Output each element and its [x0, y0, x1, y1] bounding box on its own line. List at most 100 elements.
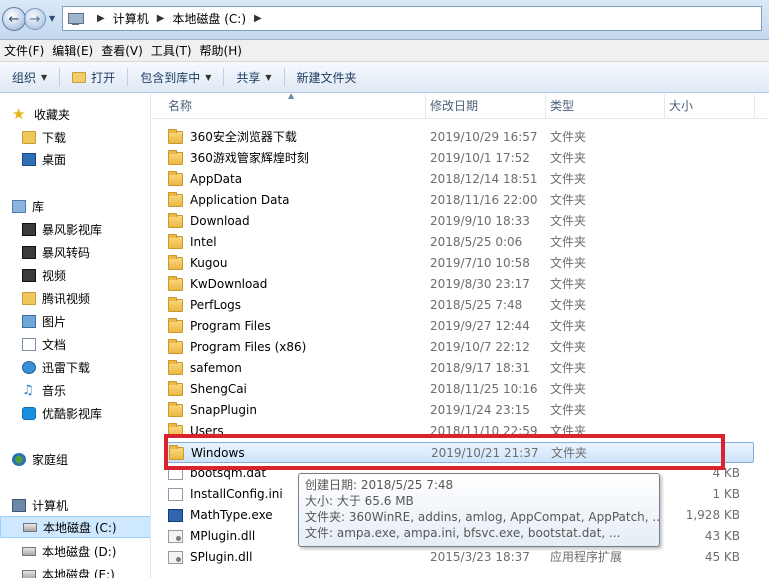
nav-desktop[interactable]: 桌面	[0, 148, 150, 170]
dll-icon	[168, 530, 183, 543]
file-type: 文件夹	[550, 403, 587, 417]
column-name[interactable]: 名称	[164, 94, 426, 119]
file-row[interactable]: 360游戏管家辉煌时刻 2019/10/1 17:52 文件夹	[164, 148, 754, 169]
open-button[interactable]: 打开	[60, 69, 127, 86]
desktop-icon	[22, 152, 36, 166]
file-date: 2019/9/27 12:44	[430, 319, 530, 333]
column-type[interactable]: 类型	[546, 94, 665, 119]
nav-favorites[interactable]: ★ 收藏夹	[0, 103, 150, 125]
nav-label: 计算机	[32, 498, 69, 513]
nav-libraries[interactable]: 库	[0, 195, 150, 217]
recent-pages-dropdown[interactable]: ▼	[49, 14, 55, 23]
nav-label: 迅雷下载	[42, 360, 91, 375]
file-name: MathType.exe	[190, 508, 273, 522]
nav-pictures[interactable]: 图片	[0, 310, 150, 332]
file-name: 360安全浏览器下载	[190, 130, 297, 144]
menu-view[interactable]: 查看(V)	[100, 42, 150, 59]
nav-drive-c[interactable]: 本地磁盘 (C:)	[0, 516, 150, 538]
nav-downloads[interactable]: 下载	[0, 126, 150, 148]
back-button[interactable]: ←	[2, 7, 26, 31]
nav-homegroup[interactable]: 家庭组	[0, 448, 150, 470]
nav-label: 家庭组	[32, 452, 69, 467]
breadcrumb-separator[interactable]: ▶	[97, 13, 105, 24]
file-name: PerfLogs	[190, 298, 242, 312]
star-icon: ★	[12, 104, 26, 123]
breadcrumb-separator[interactable]: ▶	[157, 13, 165, 24]
file-name: KwDownload	[190, 277, 268, 291]
file-date: 2015/3/23 18:37	[430, 550, 530, 564]
nav-xunlei-download[interactable]: 迅雷下载	[0, 356, 150, 378]
file-row[interactable]: Intel 2018/5/25 0:06 文件夹	[164, 232, 754, 253]
file-row[interactable]: Program Files (x86) 2019/10/7 22:12 文件夹	[164, 337, 754, 358]
folder-icon	[168, 171, 183, 186]
file-name: ShengCai	[190, 382, 247, 396]
highlight-box	[164, 434, 725, 470]
menu-file[interactable]: 文件(F)	[3, 42, 51, 59]
nav-label: 图片	[42, 314, 67, 329]
tooltip-folders: 文件夹: 360WinRE, addins, amlog, AppCompat,…	[305, 510, 660, 524]
file-row[interactable]: 360安全浏览器下载 2019/10/29 16:57 文件夹	[164, 127, 754, 148]
music-note-icon: ♫	[22, 382, 34, 398]
file-row[interactable]: SnapPlugin 2019/1/24 23:15 文件夹	[164, 400, 754, 421]
nav-youku-video-lib[interactable]: 优酷影视库	[0, 402, 150, 424]
file-type: 文件夹	[550, 193, 587, 207]
computer-icon	[67, 12, 85, 26]
breadcrumb-computer[interactable]: 计算机	[113, 10, 149, 27]
file-name: SPlugin.dll	[190, 550, 253, 564]
column-modified[interactable]: 修改日期	[426, 94, 546, 119]
file-row[interactable]: AppData 2018/12/14 18:51 文件夹	[164, 169, 754, 190]
column-size[interactable]: 大小	[665, 94, 755, 119]
nav-drive-e[interactable]: 本地磁盘 (E:)	[0, 563, 150, 578]
picture-icon	[22, 314, 36, 328]
open-label: 打开	[91, 70, 116, 85]
menu-edit[interactable]: 编辑(E)	[51, 42, 100, 59]
file-row[interactable]: SPlugin.dll 2015/3/23 18:37 应用程序扩展 45 KB	[164, 547, 754, 568]
folder-icon	[168, 213, 183, 228]
nav-label: 音乐	[42, 383, 67, 398]
file-row[interactable]: KwDownload 2019/8/30 23:17 文件夹	[164, 274, 754, 295]
nav-baofeng-transcode[interactable]: 暴风转码	[0, 241, 150, 263]
file-row[interactable]: ShengCai 2018/11/25 10:16 文件夹	[164, 379, 754, 400]
file-type: 文件夹	[550, 256, 587, 270]
nav-documents[interactable]: 文档	[0, 333, 150, 355]
file-name: MPlugin.dll	[190, 529, 256, 543]
film-icon	[22, 268, 36, 282]
menu-help[interactable]: 帮助(H)	[199, 42, 249, 59]
include-in-library-button[interactable]: 包含到库中 ▼	[128, 69, 223, 86]
navigation-pane: ★ 收藏夹 下载 桌面 库 暴风影视库 暴风转码 视频 腾讯视频 图片 文档 迅雷…	[0, 94, 151, 578]
file-row[interactable]: Program Files 2019/9/27 12:44 文件夹	[164, 316, 754, 337]
file-name: Kugou	[190, 256, 228, 270]
menu-tools[interactable]: 工具(T)	[150, 42, 199, 59]
file-type: 文件夹	[550, 382, 587, 396]
file-row[interactable]: Kugou 2019/7/10 10:58 文件夹	[164, 253, 754, 274]
file-row[interactable]: PerfLogs 2018/5/25 7:48 文件夹	[164, 295, 754, 316]
nav-baofeng-video-lib[interactable]: 暴风影视库	[0, 218, 150, 240]
file-name: Program Files (x86)	[190, 340, 307, 354]
file-row[interactable]: Application Data 2018/11/16 22:00 文件夹	[164, 190, 754, 211]
nav-computer[interactable]: 计算机	[0, 494, 150, 516]
file-size: 1,928 KB	[685, 508, 740, 522]
nav-videos[interactable]: 视频	[0, 264, 150, 286]
address-box[interactable]: ▶ 计算机 ▶ 本地磁盘 (C:) ▶	[62, 6, 762, 31]
include-library-label: 包含到库中	[140, 70, 201, 85]
nav-label: 桌面	[42, 152, 67, 167]
share-button[interactable]: 共享 ▼	[224, 69, 283, 86]
nav-tencent-video[interactable]: 腾讯视频	[0, 287, 150, 309]
nav-music[interactable]: ♫ 音乐	[0, 379, 150, 401]
file-date: 2018/11/25 10:16	[430, 382, 538, 396]
organize-button[interactable]: 组织 ▼	[0, 69, 59, 86]
file-date: 2018/5/25 7:48	[430, 298, 523, 312]
folder-icon	[168, 360, 183, 375]
file-name: AppData	[190, 172, 243, 186]
new-folder-button[interactable]: 新建文件夹	[285, 69, 369, 86]
breadcrumb-drive-c[interactable]: 本地磁盘 (C:)	[172, 10, 246, 27]
file-date: 2018/12/14 18:51	[430, 172, 538, 186]
nav-label: 下载	[42, 130, 67, 145]
file-row[interactable]: safemon 2018/9/17 18:31 文件夹	[164, 358, 754, 379]
nav-drive-d[interactable]: 本地磁盘 (D:)	[0, 540, 150, 562]
document-icon	[22, 337, 36, 351]
file-row[interactable]: Download 2019/9/10 18:33 文件夹	[164, 211, 754, 232]
forward-button[interactable]: →	[24, 8, 46, 30]
video-library-icon	[22, 245, 36, 259]
breadcrumb-separator[interactable]: ▶	[254, 13, 262, 24]
